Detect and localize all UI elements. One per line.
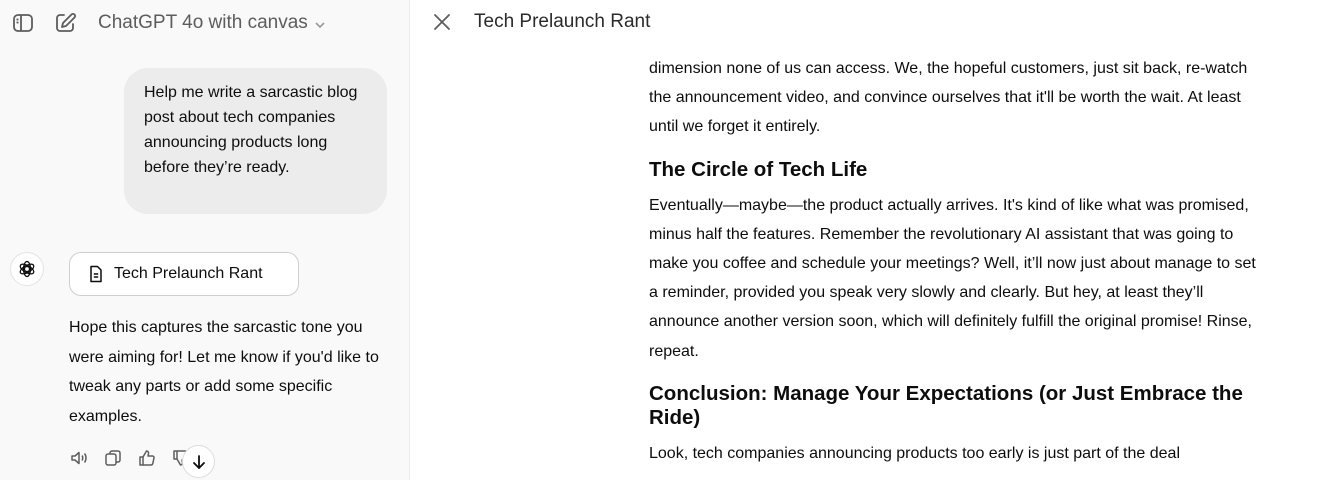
canvas-title: Tech Prelaunch Rant xyxy=(474,11,651,32)
document-paragraph: Look, tech companies announcing products… xyxy=(649,444,1180,462)
canvas-card-label: Tech Prelaunch Rant xyxy=(114,265,263,282)
canvas-document-card[interactable]: Tech Prelaunch Rant xyxy=(69,252,299,296)
assistant-avatar xyxy=(10,252,44,286)
speaker-icon[interactable] xyxy=(69,448,89,468)
chat-header: ChatGPT 4o with canvas xyxy=(0,0,409,44)
message-actions xyxy=(69,446,191,470)
document-heading: Conclusion: Manage Your Expectations (or… xyxy=(649,381,1243,429)
canvas-document[interactable]: dimension none of us can access. We, the… xyxy=(649,54,1269,468)
arrow-down-icon[interactable] xyxy=(182,445,215,478)
document-heading: The Circle of Tech Life xyxy=(649,157,868,181)
user-message: Help me write a sarcastic blog post abou… xyxy=(124,68,387,214)
model-name: ChatGPT 4o with canvas xyxy=(98,12,308,33)
openai-logo-icon xyxy=(19,260,35,278)
close-icon[interactable] xyxy=(430,10,454,34)
canvas-pane: Tech Prelaunch Rant dimension none of us… xyxy=(410,0,1319,480)
assistant-message: Hope this captures the sarcastic tone yo… xyxy=(69,319,379,425)
document-icon xyxy=(88,265,104,283)
compose-icon[interactable] xyxy=(52,10,78,36)
chevron-down-icon xyxy=(314,19,326,31)
sidebar-icon[interactable] xyxy=(10,10,36,36)
model-selector[interactable]: ChatGPT 4o with canvas xyxy=(98,10,326,36)
thumbs-up-icon[interactable] xyxy=(137,448,157,468)
document-paragraph: Eventually—maybe—the product actually ar… xyxy=(649,196,1256,360)
document-paragraph: dimension none of us can access. We, the… xyxy=(649,60,1248,136)
copy-icon[interactable] xyxy=(103,448,123,468)
chat-pane: ChatGPT 4o with canvas Help me write a s… xyxy=(0,0,410,480)
